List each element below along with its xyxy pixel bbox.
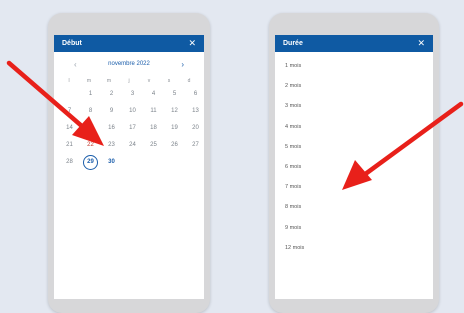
annotation-arrows xyxy=(6,60,464,190)
arrow-left xyxy=(6,60,104,146)
arrow-right xyxy=(342,101,464,190)
